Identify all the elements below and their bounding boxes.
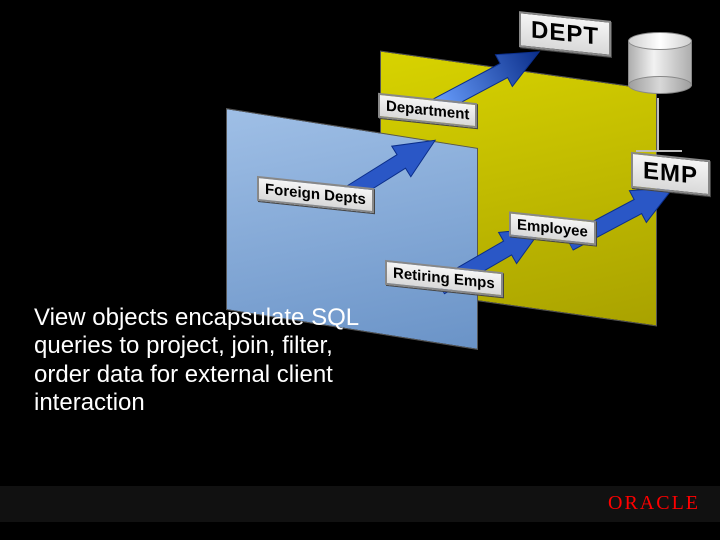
brand-text: ORACLE xyxy=(608,492,700,514)
footer-bar: ORACLE xyxy=(0,486,720,522)
connector-line xyxy=(657,98,659,152)
brand-logo: ORACLE xyxy=(608,492,700,515)
slide-caption: View objects encapsulate SQL queries to … xyxy=(34,304,374,417)
connector-line xyxy=(636,150,682,152)
slide: DEPT EMP Department Foreign Depts Employ… xyxy=(0,0,720,540)
database-cylinder-icon xyxy=(628,32,690,90)
diagram: DEPT EMP Department Foreign Depts Employ… xyxy=(0,0,720,540)
